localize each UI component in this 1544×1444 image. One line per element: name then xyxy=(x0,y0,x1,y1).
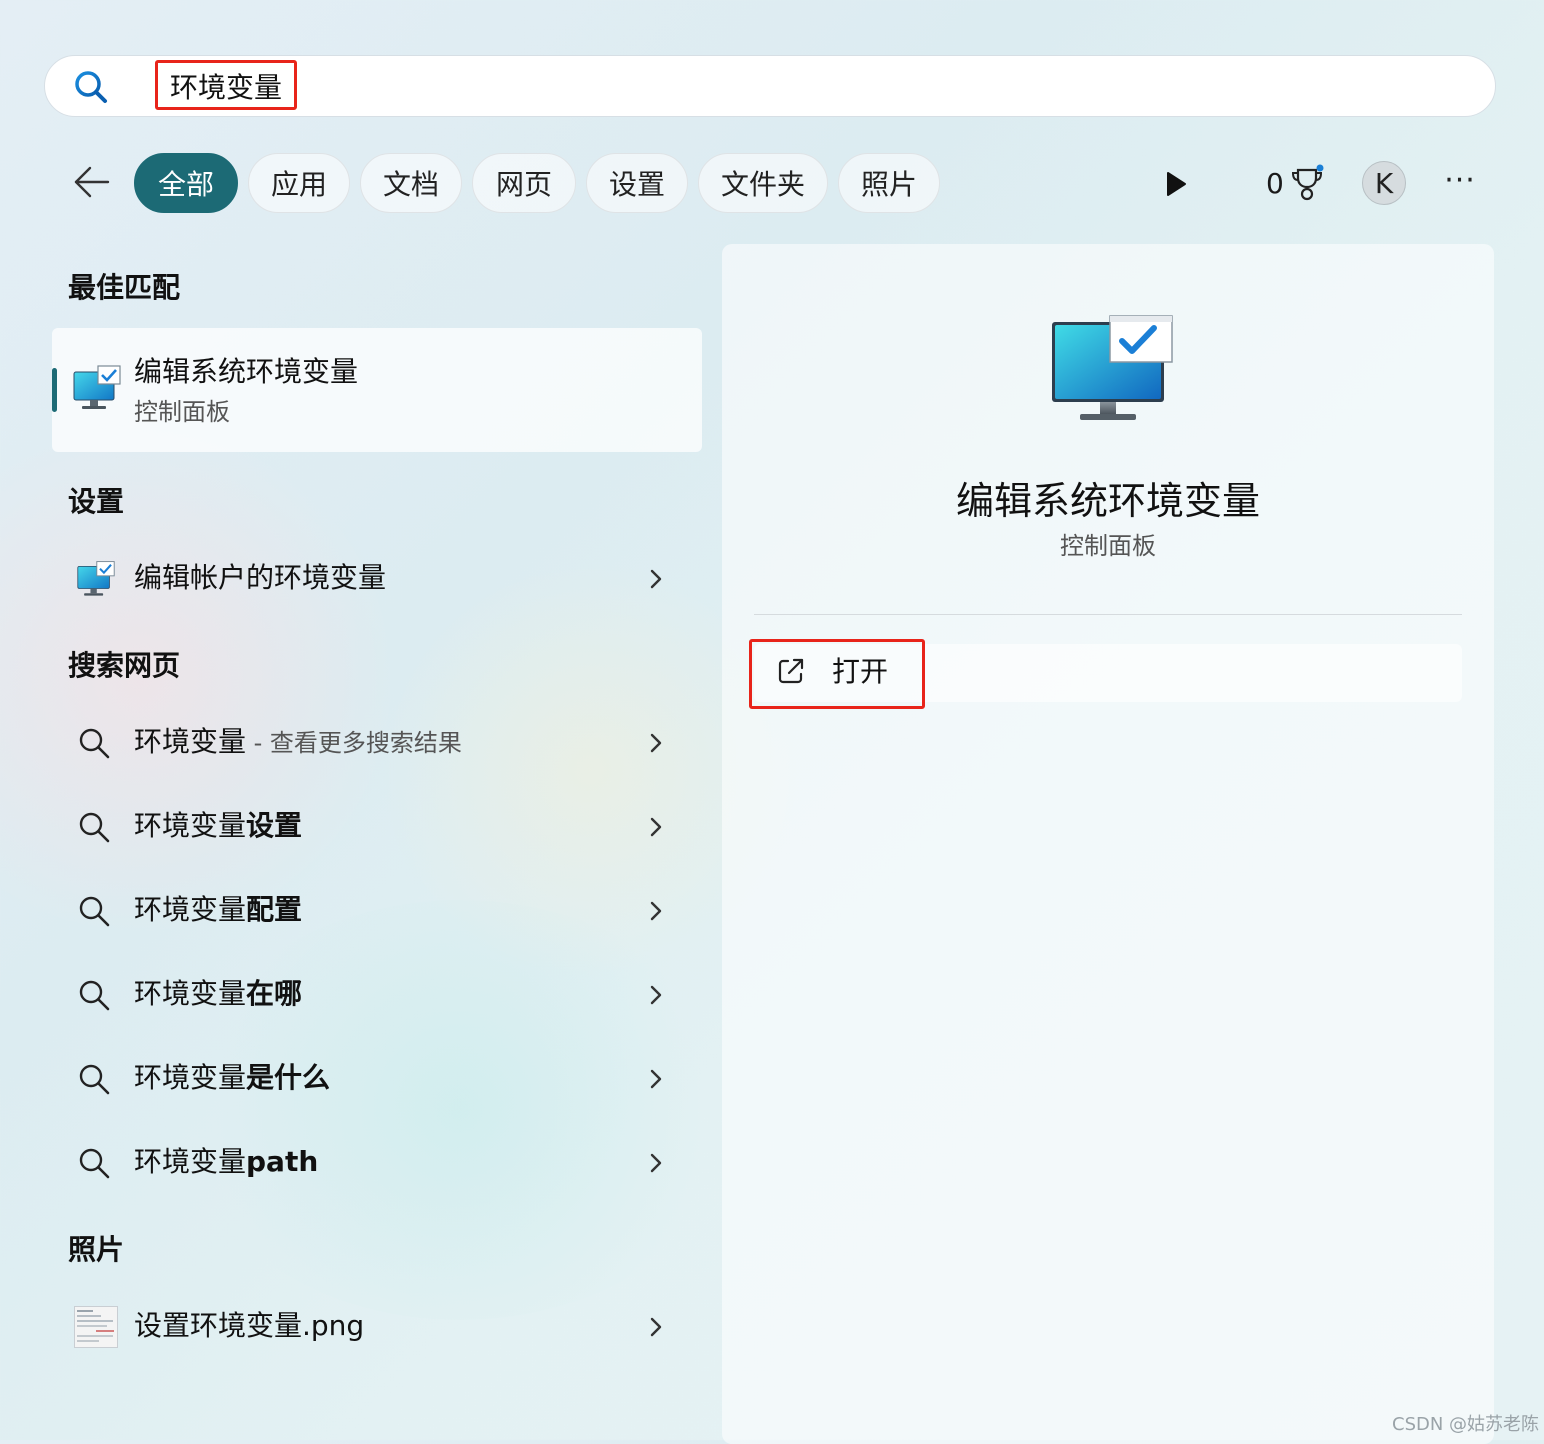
selection-indicator xyxy=(52,368,57,412)
web-result-label: 环境变量 - 查看更多搜索结果 xyxy=(134,725,462,758)
open-button[interactable]: 打开 xyxy=(832,652,888,692)
web-result-item[interactable]: 环境变量配置 xyxy=(52,876,702,946)
settings-item-label: 编辑帐户的环境变量 xyxy=(134,561,387,594)
chevron-right-icon xyxy=(650,1317,662,1337)
best-match-title: 编辑系统环境变量 xyxy=(134,355,359,388)
filter-all[interactable]: 全部 xyxy=(134,153,238,213)
filter-apps[interactable]: 应用 xyxy=(248,153,350,213)
image-thumbnail-icon xyxy=(74,1306,118,1348)
web-result-item[interactable]: 环境变量 - 查看更多搜索结果 xyxy=(52,708,702,778)
best-match-item[interactable]: 编辑系统环境变量 控制面板 xyxy=(52,328,702,452)
chevron-right-icon xyxy=(650,985,662,1005)
system-properties-icon xyxy=(77,561,115,596)
system-properties-icon xyxy=(73,365,121,409)
web-result-label: 环境变量设置 xyxy=(134,809,303,842)
rewards-points[interactable]: 0 xyxy=(1266,164,1284,204)
search-icon xyxy=(79,980,110,1011)
search-icon xyxy=(79,1148,110,1179)
filter-folders[interactable]: 文件夹 xyxy=(698,153,828,213)
settings-item-edit-account-env[interactable]: 编辑帐户的环境变量 xyxy=(52,544,702,614)
detail-panel xyxy=(722,244,1494,1444)
filter-documents[interactable]: 文档 xyxy=(360,153,462,213)
search-icon xyxy=(79,896,110,927)
avatar[interactable]: K xyxy=(1362,161,1406,205)
chevron-right-icon xyxy=(650,1069,662,1089)
chevron-right-icon xyxy=(650,901,662,921)
web-result-hint: - 查看更多搜索结果 xyxy=(246,729,462,757)
detail-subtitle: 控制面板 xyxy=(1060,532,1156,560)
web-search-heading: 搜索网页 xyxy=(68,649,181,682)
search-input[interactable]: 环境变量 xyxy=(155,60,298,110)
photo-result-item[interactable]: 设置环境变量.png xyxy=(52,1292,702,1362)
watermark: CSDN @姑苏老陈 xyxy=(1392,1414,1540,1435)
web-result-item[interactable]: 环境变量path xyxy=(52,1128,702,1198)
photo-result-label: 设置环境变量.png xyxy=(134,1309,365,1342)
web-result-item[interactable]: 环境变量是什么 xyxy=(52,1044,702,1114)
trophy-icon[interactable] xyxy=(1290,164,1326,202)
search-icon xyxy=(79,1064,110,1095)
detail-title: 编辑系统环境变量 xyxy=(955,479,1260,523)
filter-photos[interactable]: 照片 xyxy=(838,153,940,213)
web-result-label: 环境变量在哪 xyxy=(134,977,303,1010)
web-result-label: 环境变量path xyxy=(134,1145,319,1178)
photos-heading: 照片 xyxy=(68,1233,125,1266)
search-icon xyxy=(75,71,107,103)
best-match-subtitle: 控制面板 xyxy=(134,398,230,426)
chevron-right-icon xyxy=(650,733,662,753)
search-icon xyxy=(79,728,110,759)
chevron-right-icon xyxy=(650,569,662,589)
web-result-label: 环境变量是什么 xyxy=(134,1061,331,1094)
best-match-heading: 最佳匹配 xyxy=(68,271,181,304)
open-external-icon[interactable] xyxy=(776,656,806,686)
divider xyxy=(754,614,1462,615)
filter-web[interactable]: 网页 xyxy=(472,153,576,213)
web-result-item[interactable]: 环境变量设置 xyxy=(52,792,702,862)
search-icon xyxy=(79,812,110,843)
web-result-label: 环境变量配置 xyxy=(134,893,303,926)
settings-heading: 设置 xyxy=(68,485,125,518)
play-icon[interactable] xyxy=(1164,170,1188,198)
chevron-right-icon xyxy=(650,817,662,837)
back-arrow-icon[interactable] xyxy=(72,162,112,202)
system-properties-icon xyxy=(1052,315,1173,420)
filter-settings[interactable]: 设置 xyxy=(586,153,688,213)
more-options-icon[interactable]: ··· xyxy=(1440,166,1480,200)
chevron-right-icon xyxy=(650,1153,662,1173)
web-result-item[interactable]: 环境变量在哪 xyxy=(52,960,702,1030)
search-bar[interactable]: 环境变量 xyxy=(44,55,1496,117)
